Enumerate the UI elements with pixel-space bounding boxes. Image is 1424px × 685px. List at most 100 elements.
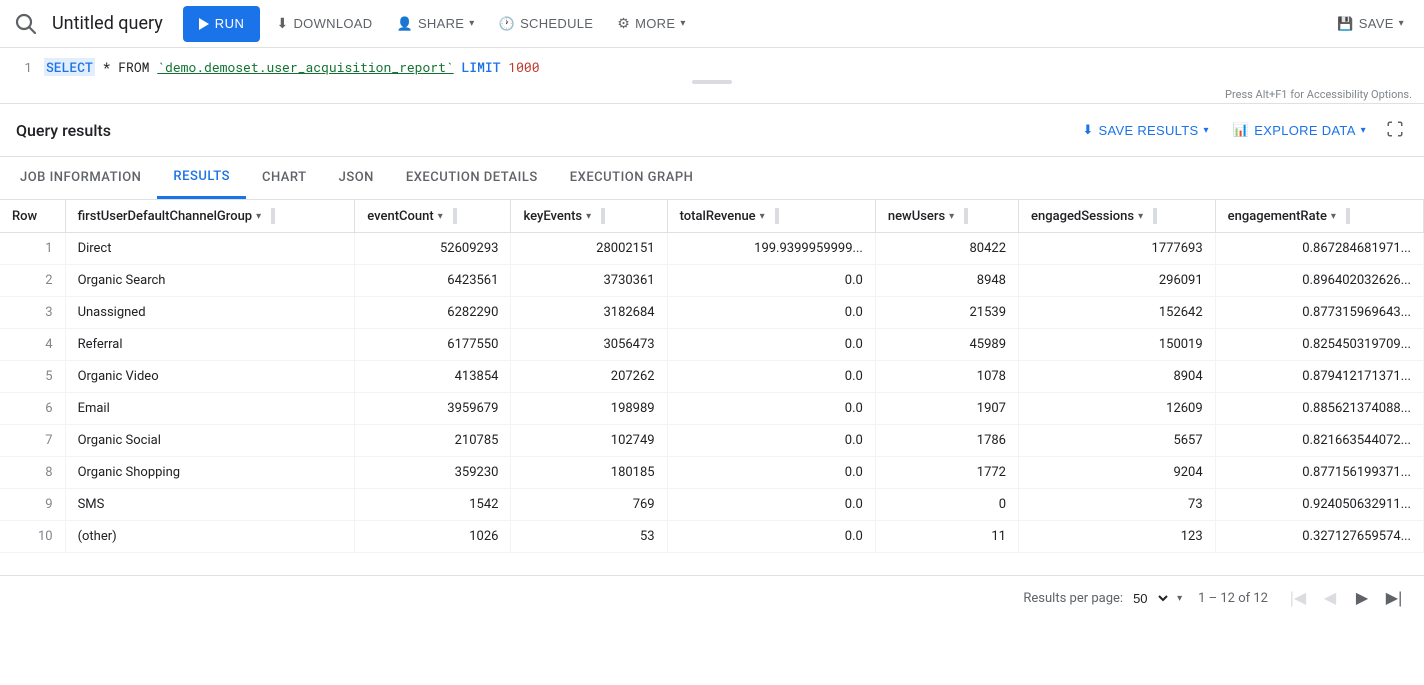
cell-totalrevenue: 0.0 [667, 361, 875, 393]
cell-totalrevenue: 0.0 [667, 521, 875, 553]
cell-eventcount: 210785 [355, 425, 511, 457]
prev-page-button[interactable]: ◀ [1316, 584, 1344, 612]
cell-eventcount: 6177550 [355, 329, 511, 361]
tab-execution-graph[interactable]: EXECUTION GRAPH [554, 158, 710, 199]
results-actions: SAVE RESULTS ▾ EXPLORE DATA ▾ [1074, 112, 1408, 148]
share-icon [396, 16, 413, 32]
col-newUsers[interactable]: newUsers ▾ [875, 200, 1018, 233]
share-chevron-icon: ▾ [469, 18, 474, 29]
per-page-control: Results per page: 50 100 200 ▾ [1023, 590, 1182, 607]
save-results-button[interactable]: SAVE RESULTS ▾ [1074, 112, 1216, 148]
resize-handle-newusers[interactable] [964, 208, 968, 224]
resize-handle-engagementrate[interactable] [1346, 208, 1350, 224]
last-page-button[interactable]: ▶| [1380, 584, 1408, 612]
tabs-bar: JOB INFORMATION RESULTS CHART JSON EXECU… [0, 157, 1424, 200]
resize-handle-keyevents[interactable] [601, 208, 605, 224]
col-keyEvents[interactable]: keyEvents ▾ [511, 200, 667, 233]
cell-keyevents: 53 [511, 521, 667, 553]
cell-row: 10 [0, 521, 65, 553]
cell-keyevents: 207262 [511, 361, 667, 393]
first-page-button[interactable]: |◀ [1284, 584, 1312, 612]
sql-table-name: `demo.demoset.user_acquisition_report` [157, 58, 453, 76]
logo-icon [12, 10, 40, 38]
pagination-info: 1 – 12 of 12 [1198, 591, 1268, 606]
resize-handle-totalrevenue[interactable] [775, 208, 779, 224]
expand-button[interactable] [1382, 120, 1408, 141]
cell-eventcount: 1542 [355, 489, 511, 521]
schedule-button[interactable]: SCHEDULE [491, 6, 602, 42]
run-button[interactable]: RUN [183, 6, 261, 42]
cell-engagedsessions: 150019 [1019, 329, 1216, 361]
cell-totalrevenue: 0.0 [667, 265, 875, 297]
resize-handle-channel[interactable] [271, 208, 275, 224]
table-row: 6 Email 3959679 198989 0.0 1907 12609 0.… [0, 393, 1424, 425]
cell-keyevents: 198989 [511, 393, 667, 425]
cell-totalrevenue: 0.0 [667, 457, 875, 489]
table-body: 1 Direct 52609293 28002151 199.939995999… [0, 233, 1424, 553]
cell-engagementrate: 0.821663544072... [1215, 425, 1423, 457]
next-page-button[interactable]: ▶ [1348, 584, 1376, 612]
cell-row: 2 [0, 265, 65, 297]
col-firstUserDefaultChannelGroup[interactable]: firstUserDefaultChannelGroup ▾ [65, 200, 355, 233]
play-icon [199, 18, 209, 30]
cell-row: 4 [0, 329, 65, 361]
resize-handle-eventcount[interactable] [453, 208, 457, 224]
col-eventCount[interactable]: eventCount ▾ [355, 200, 511, 233]
cell-engagedsessions: 152642 [1019, 297, 1216, 329]
sql-editor[interactable]: 1 SELECT * FROM `demo.demoset.user_acqui… [0, 48, 1424, 104]
cell-engagementrate: 0.877315969643... [1215, 297, 1423, 329]
more-button[interactable]: MORE ▾ [609, 6, 693, 42]
sort-icon-engagementrate: ▾ [1331, 211, 1336, 222]
cell-engagementrate: 0.867284681971... [1215, 233, 1423, 265]
cell-totalrevenue: 0.0 [667, 297, 875, 329]
table-row: 5 Organic Video 413854 207262 0.0 1078 8… [0, 361, 1424, 393]
more-chevron-icon: ▾ [680, 18, 685, 29]
run-label: RUN [215, 16, 245, 31]
cell-channel: Direct [65, 233, 355, 265]
sort-icon-eventcount: ▾ [438, 211, 443, 222]
tab-execution-details[interactable]: EXECUTION DETAILS [390, 158, 554, 199]
schedule-label: SCHEDULE [520, 16, 593, 31]
tab-results[interactable]: RESULTS [157, 157, 246, 199]
tab-json[interactable]: JSON [323, 158, 390, 199]
cell-engagedsessions: 8904 [1019, 361, 1216, 393]
scroll-indicator [0, 78, 1424, 86]
results-table: Row firstUserDefaultChannelGroup ▾ event… [0, 200, 1424, 553]
scroll-handle [692, 80, 732, 84]
save-button[interactable]: SAVE ▾ [1329, 6, 1412, 42]
col-engagementRate[interactable]: engagementRate ▾ [1215, 200, 1423, 233]
download-button[interactable]: DOWNLOAD [268, 6, 380, 42]
cell-newusers: 1786 [875, 425, 1018, 457]
col-totalRevenue[interactable]: totalRevenue ▾ [667, 200, 875, 233]
col-row: Row [0, 200, 65, 233]
cell-keyevents: 3730361 [511, 265, 667, 297]
cell-channel: Organic Video [65, 361, 355, 393]
cell-keyevents: 769 [511, 489, 667, 521]
share-label: SHARE [418, 16, 464, 31]
cell-row: 9 [0, 489, 65, 521]
share-button[interactable]: SHARE ▾ [388, 6, 482, 42]
cell-eventcount: 413854 [355, 361, 511, 393]
more-label: MORE [635, 16, 675, 31]
per-page-select[interactable]: 50 100 200 [1129, 590, 1171, 607]
results-title: Query results [16, 121, 1074, 140]
tab-job-information[interactable]: JOB INFORMATION [4, 158, 157, 199]
cell-engagementrate: 0.825450319709... [1215, 329, 1423, 361]
table-header-row: Row firstUserDefaultChannelGroup ▾ event… [0, 200, 1424, 233]
table-row: 1 Direct 52609293 28002151 199.939995999… [0, 233, 1424, 265]
cell-newusers: 8948 [875, 265, 1018, 297]
cell-row: 7 [0, 425, 65, 457]
table-container[interactable]: Row firstUserDefaultChannelGroup ▾ event… [0, 200, 1424, 575]
sort-icon-keyevents: ▾ [586, 211, 591, 222]
top-bar: Untitled query RUN DOWNLOAD SHARE ▾ SCHE… [0, 0, 1424, 48]
cell-keyevents: 102749 [511, 425, 667, 457]
table-footer: Results per page: 50 100 200 ▾ 1 – 12 of… [0, 575, 1424, 620]
sort-icon-channel: ▾ [256, 211, 261, 222]
col-engagedSessions[interactable]: engagedSessions ▾ [1019, 200, 1216, 233]
resize-handle-engagedsessions[interactable] [1153, 208, 1157, 224]
tab-chart[interactable]: CHART [246, 158, 323, 199]
explore-data-button[interactable]: EXPLORE DATA ▾ [1225, 112, 1374, 148]
save-results-icon [1082, 122, 1093, 138]
cell-engagementrate: 0.877156199371... [1215, 457, 1423, 489]
table-row: 9 SMS 1542 769 0.0 0 73 0.924050632911..… [0, 489, 1424, 521]
